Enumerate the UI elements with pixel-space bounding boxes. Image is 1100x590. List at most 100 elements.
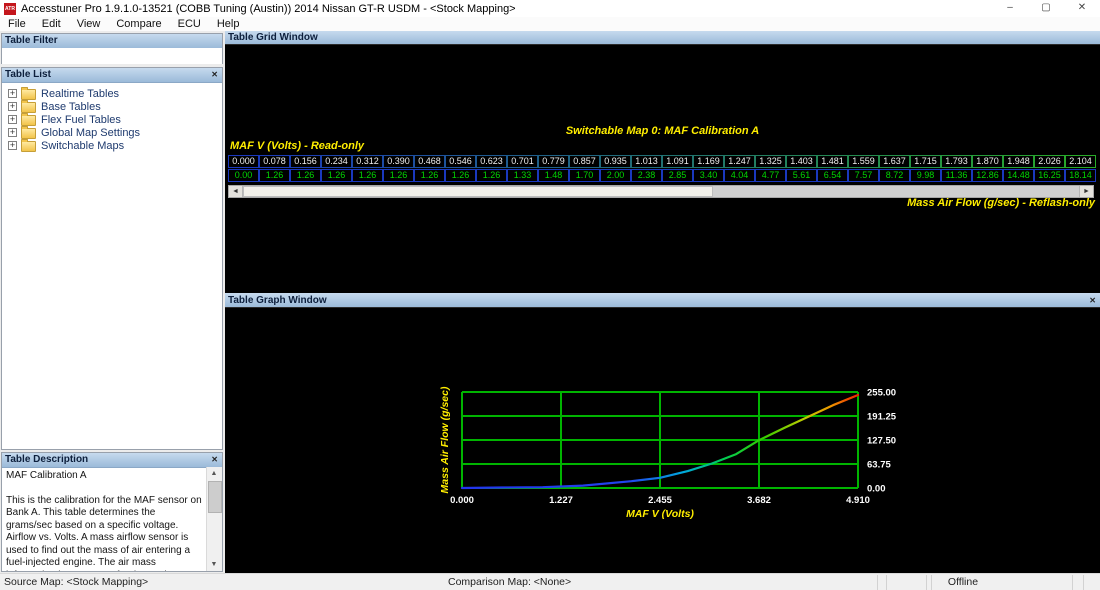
grid-cell-flow[interactable]: 1.26 [445, 169, 476, 182]
grid-cell-volts[interactable]: 0.312 [352, 155, 383, 168]
grid-cell-flow[interactable]: 1.26 [352, 169, 383, 182]
grid-h-scrollbar-thumb[interactable] [243, 186, 713, 197]
table-list-tree: + Realtime Tables + Base Tables + Flex Fuel T… [2, 83, 222, 152]
grid-cell-volts[interactable]: 1.948 [1003, 155, 1034, 168]
tree-item-global-map-settings[interactable]: + Global Map Settings [8, 126, 222, 139]
expand-icon[interactable]: + [8, 141, 17, 150]
y-tick-label: 63.75 [867, 460, 891, 471]
grid-cell-flow[interactable]: 7.57 [848, 169, 879, 182]
grid-cell-flow[interactable]: 1.26 [259, 169, 290, 182]
grid-cell-flow[interactable]: 5.61 [786, 169, 817, 182]
tree-item-realtime-tables[interactable]: + Realtime Tables [8, 87, 222, 100]
grid-y-axis-label: Mass Air Flow (g/sec) - Reflash-only [907, 197, 1095, 209]
grid-cell-volts[interactable]: 0.000 [228, 155, 259, 168]
expand-icon[interactable]: + [8, 115, 17, 124]
menu-item-file[interactable]: File [0, 17, 34, 31]
grid-cell-volts[interactable]: 0.234 [321, 155, 352, 168]
grid-cell-volts[interactable]: 1.091 [662, 155, 693, 168]
grid-cell-flow[interactable]: 1.26 [321, 169, 352, 182]
expand-icon[interactable]: + [8, 128, 17, 137]
grid-cell-flow[interactable]: 18.14 [1065, 169, 1096, 182]
table-list-title: Table List [5, 69, 51, 80]
grid-cell-volts[interactable]: 1.637 [879, 155, 910, 168]
menu-item-ecu[interactable]: ECU [170, 17, 209, 31]
table-graph-window-title: Table Graph Window [228, 295, 327, 306]
scroll-up-icon[interactable]: ▲ [207, 467, 221, 480]
y-tick-label: 0.00 [867, 484, 886, 495]
table-grid-window-header: Table Grid Window [225, 31, 1100, 45]
grid-cell-flow[interactable]: 2.85 [662, 169, 693, 182]
tree-item-switchable-maps[interactable]: + Switchable Maps [8, 139, 222, 152]
source-map-status: Source Map: <Stock Mapping> [4, 576, 149, 588]
grid-cell-volts[interactable]: 0.935 [600, 155, 631, 168]
scroll-left-icon[interactable]: ◄ [229, 186, 243, 197]
close-icon[interactable]: ✕ [211, 453, 218, 467]
grid-cell-flow[interactable]: 8.72 [879, 169, 910, 182]
grid-cell-volts[interactable]: 0.779 [538, 155, 569, 168]
grid-cell-flow[interactable]: 14.48 [1003, 169, 1034, 182]
grid-cell-volts[interactable]: 0.546 [445, 155, 476, 168]
grid-cell-volts[interactable]: 1.793 [941, 155, 972, 168]
grid-cell-flow[interactable]: 9.98 [910, 169, 941, 182]
grid-cell-volts[interactable]: 1.403 [786, 155, 817, 168]
grid-cell-flow[interactable]: 11.36 [941, 169, 972, 182]
grid-cell-flow[interactable]: 4.77 [755, 169, 786, 182]
grid-cell-volts[interactable]: 2.026 [1034, 155, 1065, 168]
grid-cell-volts[interactable]: 2.104 [1065, 155, 1096, 168]
grid-cell-flow[interactable]: 2.00 [600, 169, 631, 182]
grid-cell-volts[interactable]: 0.156 [290, 155, 321, 168]
table-filter-input[interactable] [2, 48, 222, 64]
grid-cell-flow[interactable]: 3.40 [693, 169, 724, 182]
close-icon[interactable]: ✕ [1064, 0, 1100, 17]
grid-cell-volts[interactable]: 1.559 [848, 155, 879, 168]
scroll-down-icon[interactable]: ▼ [207, 558, 221, 571]
app-icon: ATR [4, 2, 16, 15]
grid-cell-volts[interactable]: 1.247 [724, 155, 755, 168]
grid-cell-flow[interactable]: 1.26 [414, 169, 445, 182]
grid-cell-flow[interactable]: 1.70 [569, 169, 600, 182]
y-axis-label: Mass Air Flow (g/sec) [439, 386, 451, 493]
grid-cell-flow[interactable]: 16.25 [1034, 169, 1065, 182]
tree-item-base-tables[interactable]: + Base Tables [8, 100, 222, 113]
description-paragraph: This is the calibration for the MAF sens… [6, 494, 202, 572]
grid-cell-volts[interactable]: 0.078 [259, 155, 290, 168]
description-scrollbar[interactable]: ▲ ▼ [206, 467, 222, 571]
grid-cell-flow[interactable]: 4.04 [724, 169, 755, 182]
grid-cell-flow[interactable]: 1.26 [290, 169, 321, 182]
grid-cell-volts[interactable]: 0.390 [383, 155, 414, 168]
expand-icon[interactable]: + [8, 89, 17, 98]
grid-cell-flow[interactable]: 2.38 [631, 169, 662, 182]
description-scrollbar-thumb[interactable] [208, 481, 222, 513]
grid-cell-volts[interactable]: 1.481 [817, 155, 848, 168]
maximize-icon[interactable]: ▢ [1028, 0, 1064, 17]
table-graph-window-header: Table Graph Window ✕ [225, 293, 1100, 308]
grid-cell-flow[interactable]: 1.33 [507, 169, 538, 182]
grid-cell-volts[interactable]: 1.715 [910, 155, 941, 168]
grid-cell-flow[interactable]: 1.26 [476, 169, 507, 182]
grid-row-flow: 0.00 1.26 1.26 1.26 1.26 1.26 1.26 1.26 1.26 1.33… [228, 169, 1096, 182]
grid-cell-volts[interactable]: 1.325 [755, 155, 786, 168]
grid-cell-flow[interactable]: 12.86 [972, 169, 1003, 182]
close-icon[interactable]: ✕ [1089, 293, 1096, 308]
grid-cell-flow[interactable]: 6.54 [817, 169, 848, 182]
menu-item-edit[interactable]: Edit [34, 17, 69, 31]
grid-cell-volts[interactable]: 1.169 [693, 155, 724, 168]
menu-item-help[interactable]: Help [209, 17, 248, 31]
grid-cell-volts[interactable]: 0.623 [476, 155, 507, 168]
grid-cell-flow[interactable]: 1.48 [538, 169, 569, 182]
close-icon[interactable]: ✕ [211, 68, 218, 82]
grid-cell-volts[interactable]: 0.468 [414, 155, 445, 168]
expand-icon[interactable]: + [8, 102, 17, 111]
grid-cell-volts[interactable]: 1.870 [972, 155, 1003, 168]
grid-cell-flow[interactable]: 1.26 [383, 169, 414, 182]
y-tick-label: 191.25 [867, 412, 897, 423]
menu-item-view[interactable]: View [69, 17, 109, 31]
menu-item-compare[interactable]: Compare [108, 17, 169, 31]
grid-cell-flow[interactable]: 0.00 [228, 169, 259, 182]
tree-item-flex-fuel-tables[interactable]: + Flex Fuel Tables [8, 113, 222, 126]
grid-cell-volts[interactable]: 0.857 [569, 155, 600, 168]
grid-cell-volts[interactable]: 0.701 [507, 155, 538, 168]
minimize-icon[interactable]: – [992, 0, 1028, 17]
scroll-right-icon[interactable]: ► [1079, 186, 1093, 197]
grid-cell-volts[interactable]: 1.013 [631, 155, 662, 168]
